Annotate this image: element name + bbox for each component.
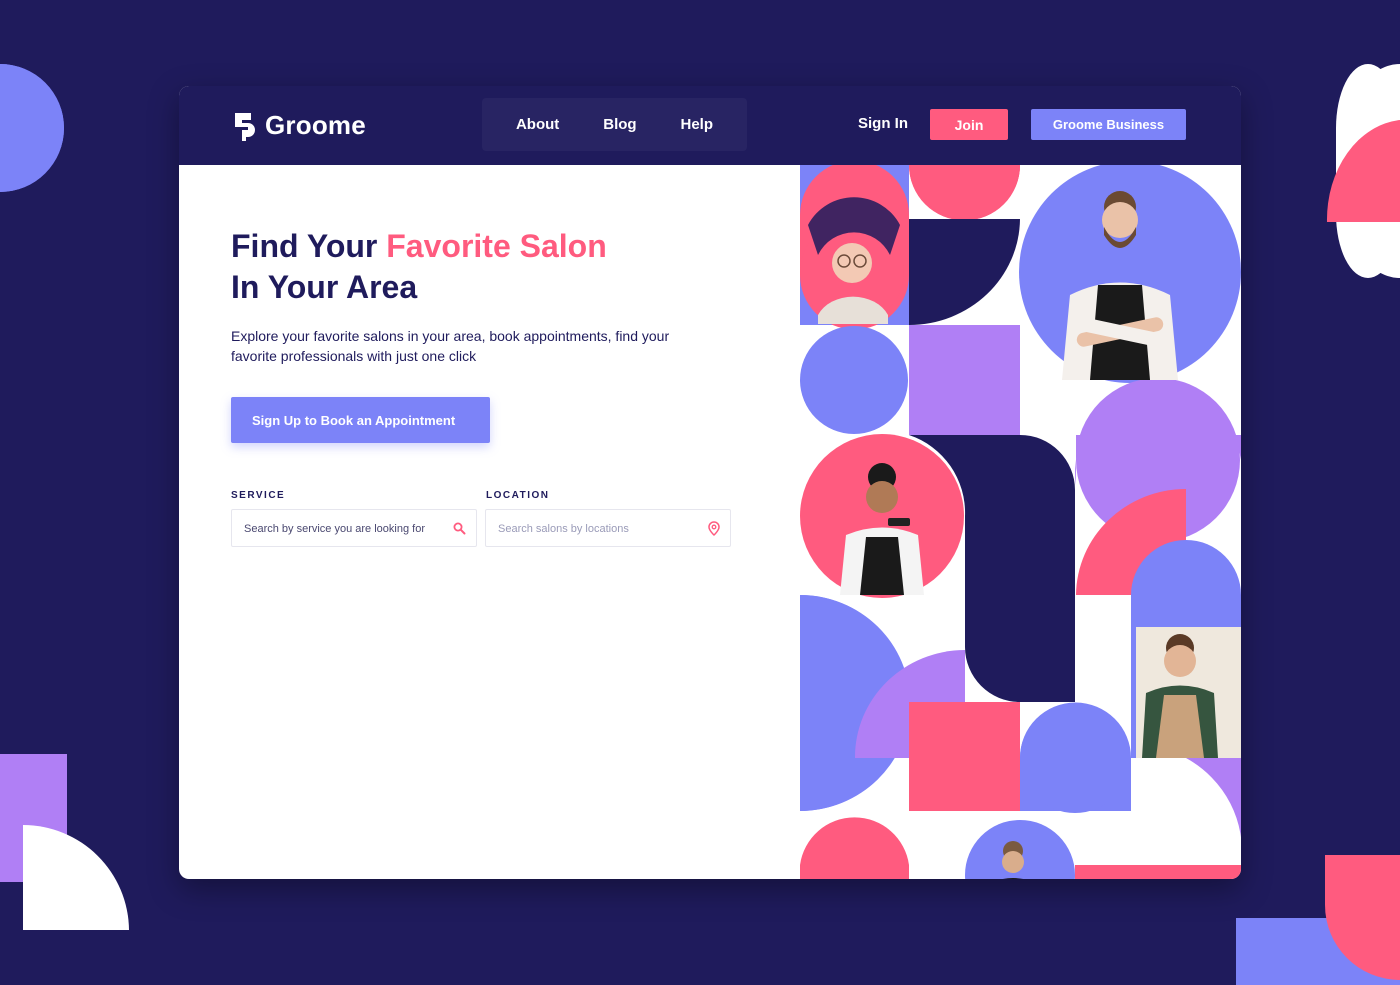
service-search-input[interactable] [242,510,446,548]
hero-title: Find Your Favorite Salon In Your Area [231,226,731,308]
map-pin-icon[interactable] [708,521,720,541]
avatar-makeup-artist [800,197,904,324]
location-label: LOCATION [486,490,550,501]
groome-logo-icon [235,112,255,141]
groome-business-button[interactable]: Groome Business [1031,109,1186,140]
hero-pattern [800,165,1241,879]
nav-link-help[interactable]: Help [681,116,714,133]
hero-description: Explore your favorite salons in your are… [231,328,670,364]
nav-link-about[interactable]: About [516,116,559,133]
top-navbar: Groome About Blog Help Sign In Join Groo… [179,86,1241,165]
browser-frame: Groome About Blog Help Sign In Join Groo… [179,86,1241,879]
location-search-input[interactable] [496,510,700,548]
service-label: SERVICE [231,490,286,501]
hero-title-part2: In Your Area [231,269,418,305]
location-search-field[interactable] [485,509,731,548]
brand-name: Groome [265,110,366,140]
main-nav: About Blog Help [482,98,747,151]
sign-in-link[interactable]: Sign In [858,115,908,132]
signup-book-appointment-button[interactable]: Sign Up to Book an Appointment [231,397,490,443]
hero-title-accent: Favorite Salon [386,228,607,264]
join-button[interactable]: Join [930,109,1008,140]
service-search-field[interactable] [231,509,477,548]
search-icon[interactable] [453,522,466,540]
nav-link-blog[interactable]: Blog [603,116,636,133]
brand-logo[interactable]: Groome [233,110,366,141]
hero-title-part1: Find Your [231,228,387,264]
